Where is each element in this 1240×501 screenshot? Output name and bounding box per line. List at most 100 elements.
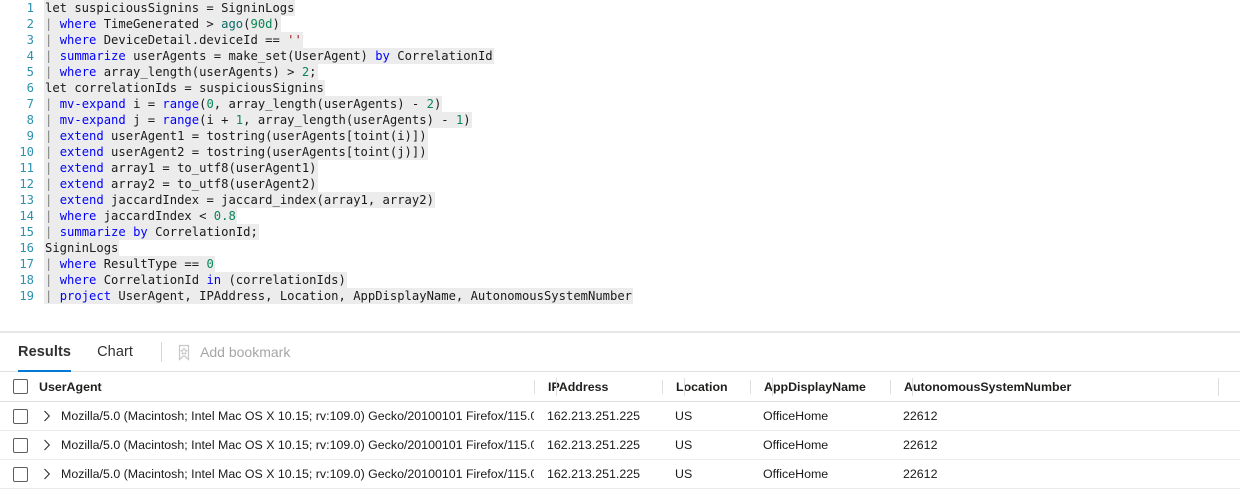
results-panel: Results Chart Add bookmark UserAgent IPAd… xyxy=(0,333,1240,501)
line-number: 1 xyxy=(26,1,34,15)
code-line-text: | extend jaccardIndex = jaccard_index(ar… xyxy=(44,192,435,208)
row-checkbox-cell[interactable] xyxy=(0,437,36,453)
code-line[interactable]: 9 | extend userAgent1 = tostring(userAgen… xyxy=(0,128,1240,144)
column-header-appdisplayname[interactable]: AppDisplayName xyxy=(750,379,890,394)
code-line[interactable]: 12 | extend array2 = to_utf8(userAgent2) xyxy=(0,176,1240,192)
code-token: where xyxy=(59,273,97,287)
code-line[interactable]: 11 | extend array1 = to_utf8(userAgent1) xyxy=(0,160,1240,176)
code-token: where xyxy=(59,209,97,223)
code-line-text: | where DeviceDetail.deviceId == '' xyxy=(44,32,303,48)
code-token: array2 = to_utf8(userAgent2) xyxy=(103,177,317,191)
row-checkbox-cell[interactable] xyxy=(0,466,36,482)
code-token: (correlationIds) xyxy=(221,273,346,287)
code-token: 90d xyxy=(250,17,273,31)
code-line-text: | extend userAgent2 = tostring(userAgent… xyxy=(44,144,428,160)
code-line[interactable]: 1 let suspiciousSignins = SigninLogs xyxy=(0,0,1240,16)
code-line-text: | extend array1 = to_utf8(userAgent1) xyxy=(44,160,318,176)
code-token: extend xyxy=(59,129,104,143)
code-token: CorrelationId xyxy=(96,273,207,287)
tab-results[interactable]: Results xyxy=(18,333,72,372)
line-number: 2 xyxy=(26,17,34,31)
table-row[interactable]: Mozilla/5.0 (Macintosh; Intel Mac OS X 1… xyxy=(0,431,1240,460)
column-separator[interactable] xyxy=(1218,378,1219,396)
code-token: by xyxy=(133,225,148,239)
column-header-ipaddress[interactable]: IPAddress xyxy=(534,379,662,394)
line-number: 3 xyxy=(26,33,34,47)
line-number: 8 xyxy=(26,113,34,127)
code-token: | xyxy=(45,97,60,111)
code-token: SigninLogs xyxy=(45,241,119,255)
checkbox-icon[interactable] xyxy=(12,466,28,482)
checkbox-icon[interactable] xyxy=(12,437,28,453)
code-line[interactable]: 8 | mv-expand j = range(i + 1, array_leng… xyxy=(0,112,1240,128)
code-token: range xyxy=(162,97,200,111)
code-line[interactable]: 18 | where CorrelationId in (correlationI… xyxy=(0,272,1240,288)
code-line[interactable]: 7 | mv-expand i = range(0, array_length(u… xyxy=(0,96,1240,112)
table-row[interactable]: Mozilla/5.0 (Macintosh; Intel Mac OS X 1… xyxy=(0,402,1240,431)
select-all-checkbox-cell[interactable] xyxy=(0,379,36,394)
code-line[interactable]: 2 | where TimeGenerated > ago(90d) xyxy=(0,16,1240,32)
code-token: 2 xyxy=(426,97,434,111)
query-editor[interactable]: 1 let suspiciousSignins = SigninLogs 2 | wh… xyxy=(0,0,1240,331)
code-line[interactable]: 15 | summarize by CorrelationId; xyxy=(0,224,1240,240)
code-token: 0 xyxy=(206,97,214,111)
code-token: summarize xyxy=(59,225,126,239)
code-token: (i + xyxy=(199,113,236,127)
tab-chart[interactable]: Chart xyxy=(97,333,133,372)
code-line[interactable]: 6 let correlationIds = suspiciousSignins xyxy=(0,80,1240,96)
results-table: UserAgent IPAddress Location AppDisplayName… xyxy=(0,372,1240,489)
chevron-right-icon[interactable] xyxy=(36,439,58,451)
column-separator[interactable] xyxy=(912,378,913,396)
cell-ipaddress: 162.213.251.225 xyxy=(547,438,641,452)
add-bookmark-button[interactable]: Add bookmark xyxy=(176,344,290,361)
code-line-text: | summarize userAgents = make_set(UserAg… xyxy=(44,48,494,64)
code-line[interactable]: 5 | where array_length(userAgents) > 2; xyxy=(0,64,1240,80)
table-row[interactable]: Mozilla/5.0 (Macintosh; Intel Mac OS X 1… xyxy=(0,460,1240,489)
code-line[interactable]: 16 SigninLogs xyxy=(0,240,1240,256)
code-line-text: let correlationIds = suspiciousSignins xyxy=(44,80,325,96)
cell-ipaddress: 162.213.251.225 xyxy=(547,467,641,481)
line-number: 14 xyxy=(19,209,34,223)
code-token: , array_length(userAgents) - xyxy=(243,113,456,127)
code-token: | xyxy=(45,49,60,63)
code-line-text: | extend array2 = to_utf8(userAgent2) xyxy=(44,176,318,192)
line-number: 10 xyxy=(19,145,34,159)
code-token: '' xyxy=(287,33,302,47)
row-checkbox-cell[interactable] xyxy=(0,408,36,424)
column-separator[interactable] xyxy=(772,378,773,396)
code-line-text: | summarize by CorrelationId; xyxy=(44,224,259,240)
column-separator[interactable] xyxy=(684,378,685,396)
code-line[interactable]: 10 | extend userAgent2 = tostring(userAge… xyxy=(0,144,1240,160)
chevron-right-icon[interactable] xyxy=(36,410,58,422)
code-token: mv-expand xyxy=(59,113,126,127)
code-line[interactable]: 3 | where DeviceDetail.deviceId == '' xyxy=(0,32,1240,48)
bookmark-icon xyxy=(176,344,192,361)
column-header-location[interactable]: Location xyxy=(662,379,750,394)
code-token: where xyxy=(59,65,97,79)
line-number: 12 xyxy=(19,177,34,191)
code-token: | xyxy=(45,17,60,31)
code-token: CorrelationId xyxy=(389,49,493,63)
cell-location: US xyxy=(675,438,693,452)
results-toolbar: Results Chart Add bookmark xyxy=(0,333,1240,372)
code-line[interactable]: 14 | where jaccardIndex < 0.8 xyxy=(0,208,1240,224)
code-line[interactable]: 13 | extend jaccardIndex = jaccard_index(… xyxy=(0,192,1240,208)
code-token: | xyxy=(45,209,60,223)
line-number: 16 xyxy=(19,241,34,255)
column-header-autonomoussystemnumber[interactable]: AutonomousSystemNumber xyxy=(890,379,1196,394)
code-line[interactable]: 17 | where ResultType == 0 xyxy=(0,256,1240,272)
code-line-text: | where array_length(userAgents) > 2; xyxy=(44,64,318,80)
code-token: | xyxy=(45,65,60,79)
chevron-right-icon[interactable] xyxy=(36,468,58,480)
code-line[interactable]: 4 | summarize userAgents = make_set(UserA… xyxy=(0,48,1240,64)
code-token: | xyxy=(45,145,60,159)
checkbox-icon[interactable] xyxy=(12,379,28,394)
code-line-text: | where jaccardIndex < 0.8 xyxy=(44,208,237,224)
column-separator[interactable] xyxy=(556,378,557,396)
checkbox-icon[interactable] xyxy=(12,408,28,424)
code-token: by xyxy=(375,49,390,63)
code-line[interactable]: 19 | project UserAgent, IPAddress, Locati… xyxy=(0,288,1240,304)
column-header-useragent[interactable]: UserAgent xyxy=(36,380,534,394)
code-token: | xyxy=(45,257,60,271)
